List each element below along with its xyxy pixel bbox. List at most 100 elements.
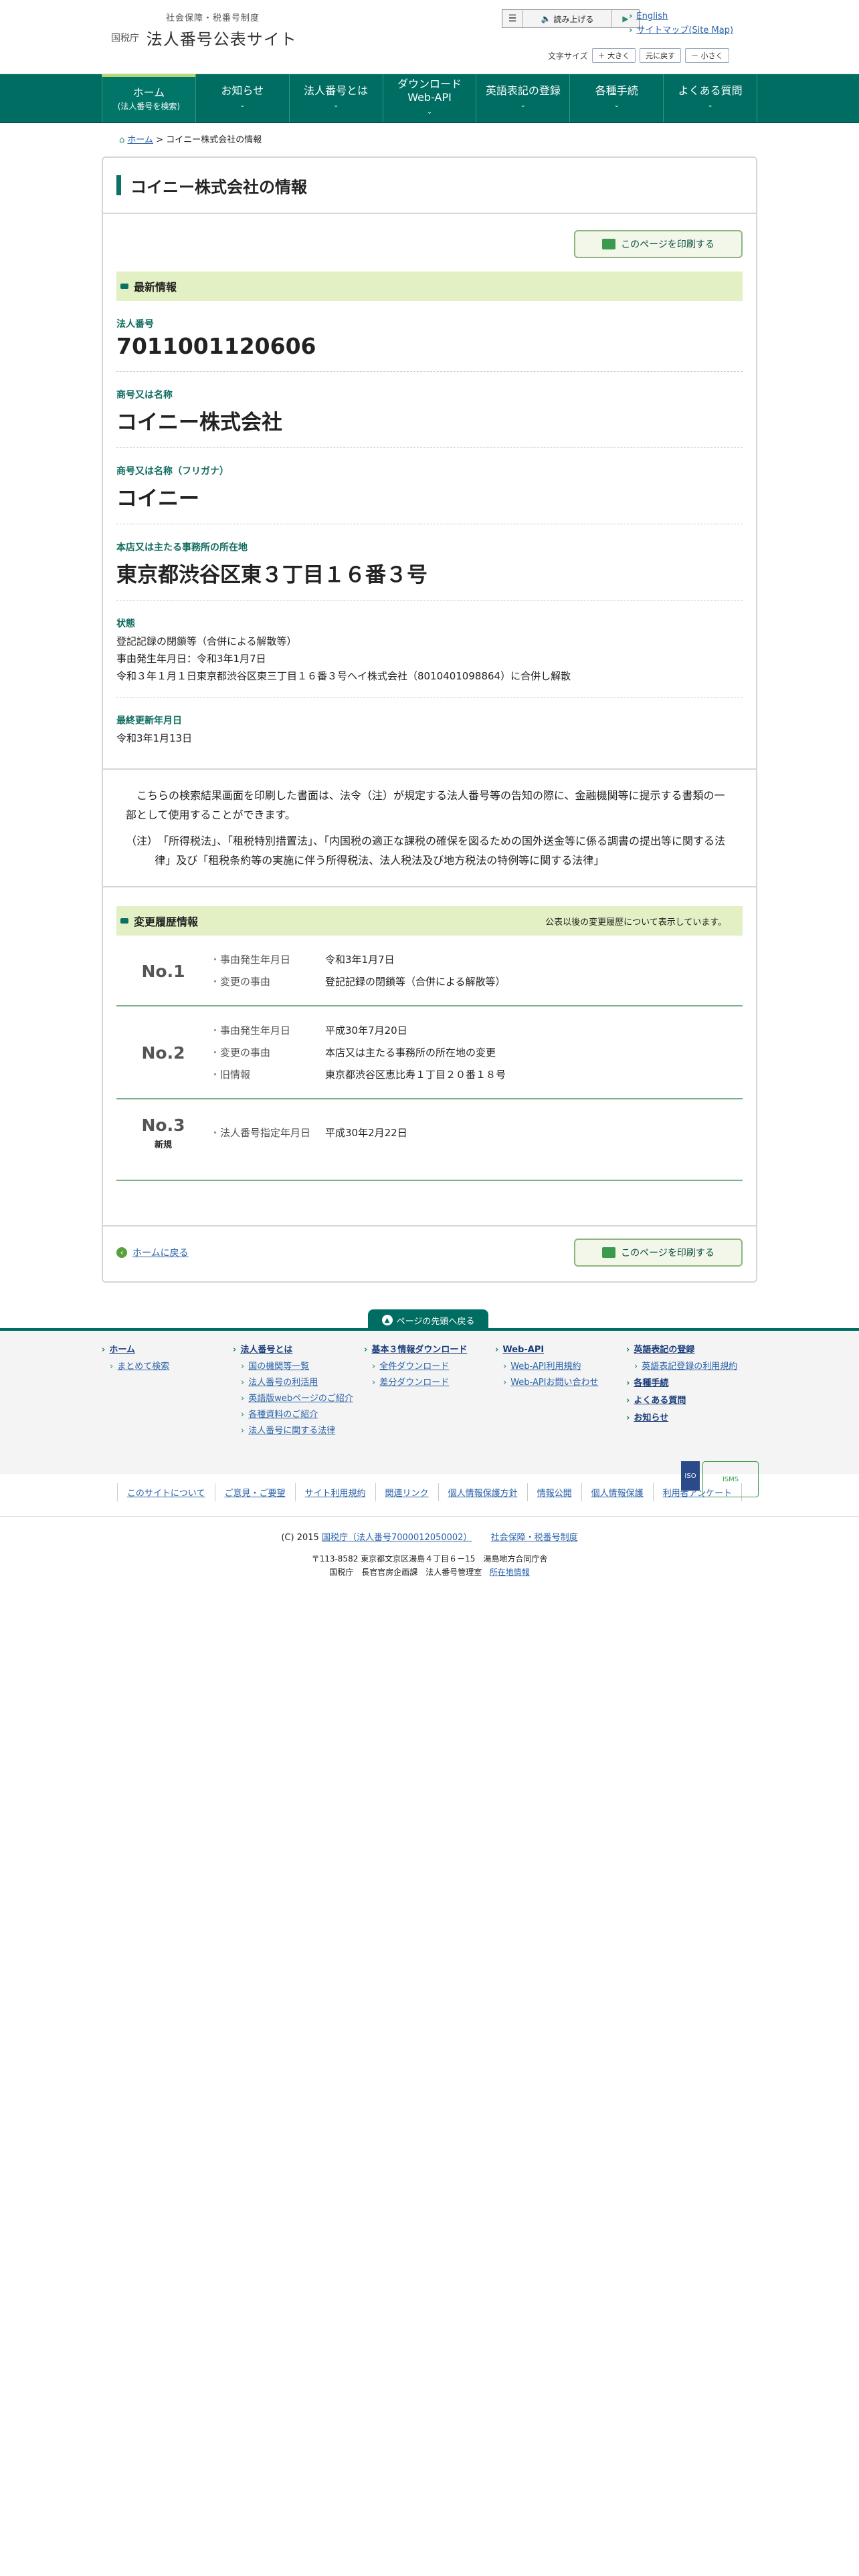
section-marker-icon [120,284,128,289]
footer-col-english: 英語表記の登録 英語表記登録の利用規約 各種手続 よくある質問 お知らせ [626,1341,757,1439]
print-label: このページを印刷する [621,239,714,250]
status-field: 状態 登記記録の閉鎖等（合併による解散等） 事由発生年月日：令和3年1月7日 令… [116,601,743,697]
footer-link[interactable]: 差分ダウンロード [379,1378,449,1388]
breadcrumb-current: コイニー株式会社の情報 [166,135,262,145]
history-no: No.3 [141,1115,185,1135]
history-label: 変更履歴情報 [134,916,199,928]
history-number: No.2 [116,1020,210,1086]
back-arrow-icon: ‹ [116,1247,127,1258]
usage-note: こちらの検索結果画面を印刷した書面は、法令（注）が規定する法人番号等の告知の際に… [103,768,756,887]
nav-faq[interactable]: よくある質問 ⌄ [663,74,758,122]
nav-home[interactable]: ホーム (法人番号を検索) [102,74,195,122]
corporate-furigana: コイニー [116,487,199,511]
footer-head-link[interactable]: 各種手続 [634,1378,668,1388]
footer-link[interactable]: Web-API利用規約 [510,1362,581,1372]
history-no: No.2 [141,1043,185,1063]
footer-link-disclosure[interactable]: 情報公開 [527,1483,581,1501]
footer-head-link[interactable]: ホーム [109,1345,135,1355]
footer-head-link[interactable]: 法人番号とは [240,1345,292,1355]
footer-link-privacy-policy[interactable]: 個人情報保護方針 [438,1483,527,1501]
footer-link-about[interactable]: このサイトについて [116,1483,215,1501]
menu-icon[interactable]: ☰ [502,10,523,27]
copyright-link[interactable]: 国税庁（法人番号7000012050002） [322,1533,472,1543]
field-label: 法人番号 [116,319,154,330]
footer-link[interactable]: 国の機関等一覧 [248,1362,309,1372]
history-key: 変更の事由 [210,971,325,993]
print-button[interactable]: このページを印刷する [574,230,743,258]
footer-link[interactable]: 各種資料のご紹介 [248,1410,318,1420]
site-logo[interactable]: 社会保障・税番号制度 国税庁 法人番号公表サイト [111,11,297,49]
history-value: 令和3年1月7日 [325,954,395,966]
corporate-address: 東京都渋谷区東３丁目１６番３号 [116,563,427,587]
footer-divider [0,1516,859,1517]
footer-link-terms[interactable]: サイト利用規約 [294,1483,375,1501]
arrow-up-icon: ▲ [381,1315,393,1325]
usage-note-text: こちらの検索結果画面を印刷した書面は、法令（注）が規定する法人番号等の告知の際に… [126,789,725,821]
nav-news[interactable]: お知らせ ⌄ [195,74,289,122]
history-heading: 変更履歴情報 公表以後の変更履歴について表示しています。 [116,906,743,936]
nav-faq-label: よくある質問 [678,84,743,97]
last-updated: 令和3年1月13日 [116,732,193,744]
corporate-name: コイニー株式会社 [116,411,282,435]
nav-english[interactable]: 英語表記の登録 ⌄ [476,74,569,122]
history-row: No.2 事由発生年月日平成30年7月20日 変更の事由本店又は主たる事務所の所… [116,1006,743,1099]
latest-info: 法人番号 7011001120606 商号又は名称 コイニー株式会社 商号又は名… [116,301,743,759]
chevron-down-icon: ⌄ [520,102,527,109]
logo-agency: 国税庁 [111,33,139,44]
logo-subtitle: 社会保障・税番号制度 [166,13,260,23]
sitemap-link[interactable]: サイトマップ(Site Map) [636,25,733,35]
footer-head-link[interactable]: Web-API [502,1345,544,1355]
footer-head-link[interactable]: お知らせ [634,1413,668,1423]
footer-link[interactable]: 英語表記登録の利用規約 [642,1362,737,1372]
footer-head-link[interactable]: 英語表記の登録 [634,1345,694,1355]
logo-title: 法人番号公表サイト [146,30,297,49]
history-key: 変更の事由 [210,1042,325,1064]
footer-col-about: 法人番号とは 国の機関等一覧 法人番号の利活用 英語版webページのご紹介 各種… [233,1341,364,1439]
history-new-badge: 新規 [154,1140,172,1150]
font-larger-button[interactable]: ＋ 大きく [591,48,636,63]
map-link[interactable]: 所在地情報 [490,1568,530,1577]
history-key: 旧情報 [210,1064,325,1086]
nav-about[interactable]: 法人番号とは ⌄ [288,74,383,122]
nav-download-sub: Web-API [407,91,452,104]
global-nav: ホーム (法人番号を検索) お知らせ ⌄ 法人番号とは ⌄ ダウンロード Web… [0,74,859,123]
footer-head-link[interactable]: よくある質問 [634,1396,686,1406]
read-aloud-button[interactable]: 🔈 読み上げる [523,10,612,27]
address-line: 国税庁 長官官房企画課 法人番号管理室 [329,1568,482,1577]
footer-head-link[interactable]: 基本３情報ダウンロード [371,1345,467,1355]
breadcrumb-home[interactable]: ホーム [127,135,153,145]
chevron-down-icon: ⌄ [707,102,713,109]
english-link[interactable]: English [636,11,668,21]
font-smaller-button[interactable]: － 小さく [685,48,729,63]
latest-info-label: 最新情報 [134,281,177,294]
nav-procedures-label: 各種手続 [595,84,638,97]
footer-link[interactable]: 法人番号の利活用 [248,1378,318,1388]
nav-download[interactable]: ダウンロード Web-API ⌄ [382,74,476,122]
print-button-bottom[interactable]: このページを印刷する [574,1239,743,1267]
page-top-label: ページの先頭へ戻る [396,1316,475,1327]
font-reset-button[interactable]: 元に戻す [640,48,682,63]
back-home-link[interactable]: ‹ ホームに戻る [116,1246,189,1259]
footer-link[interactable]: 英語版webページのご紹介 [248,1394,353,1404]
footer-link-feedback[interactable]: ご意見・ご要望 [214,1483,295,1501]
field-label: 本店又は主たる事務所の所在地 [116,542,248,553]
history-number: No.1 [116,949,210,993]
org-link[interactable]: 社会保障・税番号制度 [491,1533,578,1543]
panel-bottom: ‹ ホームに戻る このページを印刷する [103,1225,756,1281]
back-home-label[interactable]: ホームに戻る [132,1246,189,1259]
footer-link[interactable]: Web-APIお問い合わせ [510,1378,598,1388]
font-size-control: 文字サイズ ＋ 大きく 元に戻す － 小さく [548,48,729,63]
footer-link-privacy[interactable]: 個人情報保護 [581,1483,653,1501]
field-label: 商号又は名称 [116,390,173,401]
footer-nav: ホーム まとめて検索 法人番号とは 国の機関等一覧 法人番号の利活用 英語版we… [0,1328,859,1474]
history-no: No.1 [141,961,185,981]
history-value: 平成30年2月22日 [325,1126,407,1139]
nav-procedures[interactable]: 各種手続 ⌄ [569,74,663,122]
corporate-number: 7011001120606 [116,333,316,359]
footer-link[interactable]: 法人番号に関する法律 [248,1426,335,1436]
page-top-button[interactable]: ▲ ページの先頭へ戻る [368,1309,488,1331]
footer-link-related[interactable]: 関連リンク [375,1483,438,1501]
footer-link[interactable]: 全件ダウンロード [379,1362,449,1372]
history-value: 平成30年7月20日 [325,1025,407,1037]
footer-link[interactable]: まとめて検索 [117,1362,169,1372]
